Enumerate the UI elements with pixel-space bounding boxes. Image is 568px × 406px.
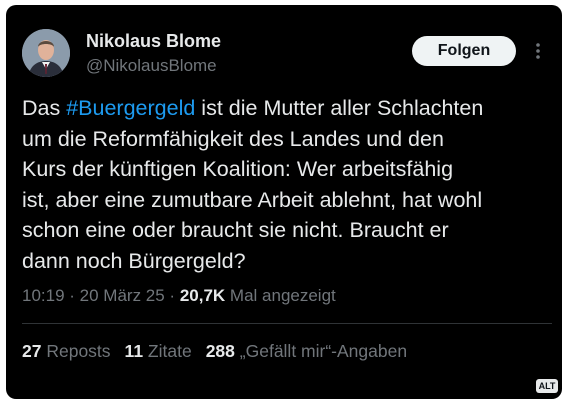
tweet-line-1: Das #Buergergeld ist die Mutter aller Sc… xyxy=(22,93,556,124)
follow-button[interactable]: Folgen xyxy=(412,36,516,66)
tweet-time[interactable]: 10:19 xyxy=(22,286,65,305)
likes-label: „Gefällt mir“-Angaben xyxy=(239,341,408,361)
tweet-text: Das #Buergergeld ist die Mutter aller Sc… xyxy=(22,93,556,276)
tweet-line-2: um die Reformfähigkeit des Landes und de… xyxy=(22,126,444,151)
avatar[interactable] xyxy=(22,29,70,77)
meta-separator: · xyxy=(64,286,80,305)
quotes-count: 11 xyxy=(124,341,144,361)
tweet-date[interactable]: 20 März 25 xyxy=(80,286,165,305)
reposts-label: Reposts xyxy=(46,341,111,361)
likes-count: 288 xyxy=(205,341,235,361)
tweet-stats: 27 Reposts 11 Zitate 288 „Gefällt mir“-Ang… xyxy=(22,341,407,362)
tweet-meta: 10:19 · 20 März 25 · 20,7K Mal angezeigt xyxy=(22,286,336,306)
author-handle[interactable]: @NikolausBlome xyxy=(86,56,217,76)
profile-photo-icon xyxy=(22,29,70,77)
likes-stat[interactable]: 288 „Gefällt mir“-Angaben xyxy=(206,341,407,361)
quotes-stat[interactable]: 11 Zitate xyxy=(125,341,192,361)
tweet-line-6: dann noch Bürgergeld? xyxy=(22,248,246,273)
quotes-label: Zitate xyxy=(147,341,192,361)
tweet-line-4: ist, aber eine zumutbare Arbeit ablehnt,… xyxy=(22,187,483,212)
author-name[interactable]: Nikolaus Blome xyxy=(86,31,221,52)
reposts-count: 27 xyxy=(22,341,42,361)
tweet-text-segment: ist die Mutter aller Schlachten xyxy=(195,96,484,120)
alt-badge[interactable]: ALT xyxy=(536,379,558,393)
more-vertical-icon[interactable] xyxy=(530,41,546,61)
reposts-stat[interactable]: 27 Reposts xyxy=(22,341,111,361)
views-label: Mal angezeigt xyxy=(229,286,336,305)
views-count: 20,7K xyxy=(179,286,226,305)
meta-separator: · xyxy=(164,286,180,305)
tweet-line-5: schon eine oder braucht sie nicht. Brauc… xyxy=(22,218,449,242)
hashtag-link[interactable]: #Buergergeld xyxy=(66,96,195,120)
divider xyxy=(22,323,552,324)
tweet-text-segment: Das xyxy=(22,96,67,120)
tweet-line-3: Kurs der künftigen Koalition: Wer arbeit… xyxy=(22,157,454,181)
tweet-card: Nikolaus Blome @NikolausBlome Folgen Das… xyxy=(6,5,562,399)
